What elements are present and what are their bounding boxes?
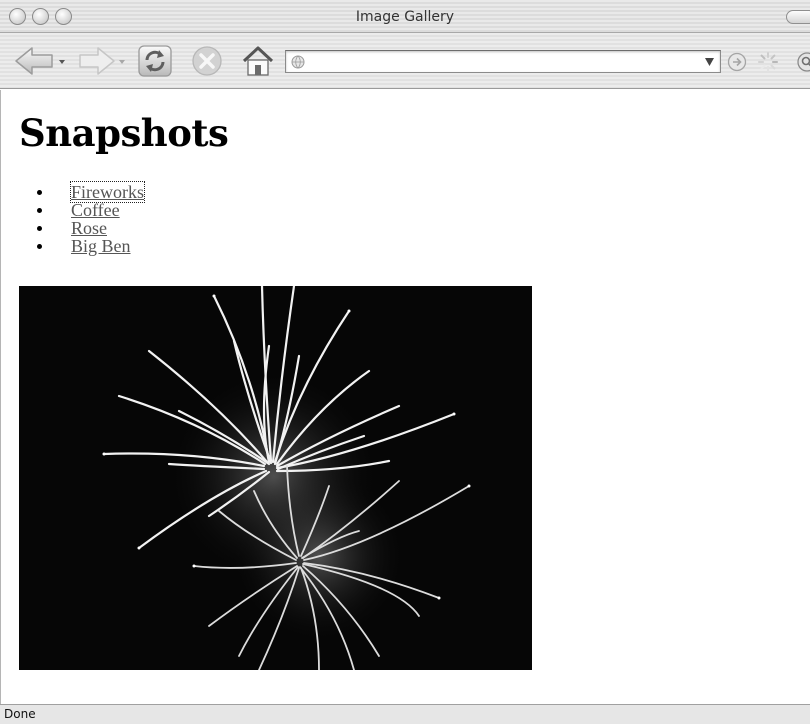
go-arrow-icon bbox=[727, 52, 747, 72]
toolbar-toggle-button[interactable] bbox=[786, 10, 810, 24]
stop-button[interactable] bbox=[189, 45, 225, 77]
list-item: Big Ben bbox=[37, 237, 144, 255]
bullet bbox=[37, 208, 42, 213]
page-title: Snapshots bbox=[19, 111, 229, 155]
home-button[interactable] bbox=[241, 45, 275, 77]
loading-spinner bbox=[757, 51, 779, 73]
list-item: Rose bbox=[37, 219, 144, 237]
gallery-link-big-ben[interactable]: Big Ben bbox=[71, 236, 131, 256]
status-text: Done bbox=[4, 707, 36, 721]
status-bar: Done bbox=[0, 704, 810, 724]
gallery-link-list: Fireworks Coffee Rose Big Ben bbox=[37, 181, 145, 255]
reload-icon bbox=[138, 45, 172, 77]
address-bar[interactable] bbox=[285, 50, 721, 73]
fireworks-photo bbox=[19, 286, 532, 670]
home-icon bbox=[242, 46, 274, 76]
window-titlebar[interactable]: Image Gallery bbox=[0, 0, 810, 33]
chevron-down-icon[interactable] bbox=[705, 58, 714, 66]
forward-arrow-icon bbox=[79, 47, 125, 75]
gallery-link-fireworks[interactable]: Fireworks bbox=[70, 181, 145, 203]
url-input[interactable] bbox=[308, 53, 698, 71]
go-button[interactable] bbox=[727, 52, 747, 72]
search-icon bbox=[797, 52, 810, 72]
site-identity-icon bbox=[291, 55, 305, 69]
back-arrow-icon bbox=[15, 47, 65, 75]
bullet bbox=[37, 190, 42, 195]
bullet bbox=[37, 244, 42, 249]
gallery-link-rose[interactable]: Rose bbox=[71, 218, 107, 238]
window-title: Image Gallery bbox=[355, 9, 455, 25]
navigation-toolbar bbox=[0, 33, 810, 89]
list-item: Fireworks bbox=[37, 181, 145, 203]
bullet bbox=[37, 226, 42, 231]
page-content: Snapshots Fireworks Coffee Rose Big Ben bbox=[0, 90, 810, 704]
forward-button[interactable] bbox=[78, 45, 128, 77]
stop-icon bbox=[192, 46, 222, 76]
placeholder-image bbox=[19, 286, 532, 670]
search-button[interactable] bbox=[795, 51, 810, 73]
reload-button[interactable] bbox=[137, 45, 173, 77]
gallery-link-coffee[interactable]: Coffee bbox=[71, 200, 120, 220]
loading-spinner-icon bbox=[758, 52, 778, 72]
back-button[interactable] bbox=[14, 45, 70, 77]
list-item: Coffee bbox=[37, 201, 144, 219]
